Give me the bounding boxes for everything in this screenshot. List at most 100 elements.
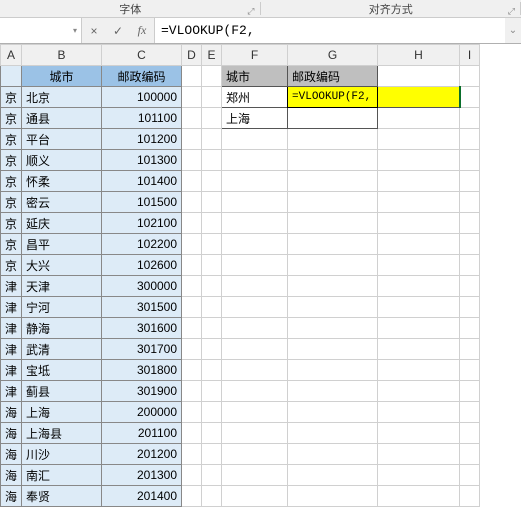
cell[interactable]: [182, 276, 202, 297]
cell[interactable]: 津: [1, 276, 22, 297]
cell[interactable]: [182, 381, 202, 402]
cell[interactable]: [182, 213, 202, 234]
cell[interactable]: 102100: [102, 213, 182, 234]
cell[interactable]: [202, 318, 222, 339]
cell[interactable]: [202, 276, 222, 297]
cell[interactable]: [222, 360, 288, 381]
cell[interactable]: [460, 234, 480, 255]
cell[interactable]: [222, 255, 288, 276]
cell[interactable]: [202, 192, 222, 213]
cell[interactable]: [182, 150, 202, 171]
col-header-I[interactable]: I: [460, 45, 480, 66]
cell[interactable]: [202, 339, 222, 360]
cell[interactable]: [378, 192, 460, 213]
cell[interactable]: 京: [1, 171, 22, 192]
cell[interactable]: [222, 423, 288, 444]
cell[interactable]: [222, 234, 288, 255]
cell[interactable]: 301600: [102, 318, 182, 339]
cell[interactable]: [288, 234, 378, 255]
cell[interactable]: [378, 129, 460, 150]
cell[interactable]: [460, 381, 480, 402]
cell[interactable]: 301900: [102, 381, 182, 402]
cell[interactable]: [288, 402, 378, 423]
cell[interactable]: [202, 297, 222, 318]
cell[interactable]: [222, 171, 288, 192]
cell[interactable]: [378, 486, 460, 507]
cell-C2[interactable]: 100000: [102, 87, 182, 108]
cell[interactable]: [202, 423, 222, 444]
cell[interactable]: 南汇: [22, 465, 102, 486]
cell[interactable]: [460, 360, 480, 381]
col-header-A[interactable]: A: [1, 45, 22, 66]
cell[interactable]: [378, 339, 460, 360]
cell[interactable]: [222, 444, 288, 465]
cell[interactable]: [288, 255, 378, 276]
cell-F1[interactable]: 城市: [222, 66, 288, 87]
col-header-C[interactable]: C: [102, 45, 182, 66]
name-box[interactable]: [0, 18, 82, 43]
cell[interactable]: [288, 360, 378, 381]
cell[interactable]: 津: [1, 297, 22, 318]
cell-E3[interactable]: [202, 108, 222, 129]
cell[interactable]: [182, 360, 202, 381]
cell[interactable]: 102600: [102, 255, 182, 276]
cell[interactable]: [460, 129, 480, 150]
cell[interactable]: 101300: [102, 150, 182, 171]
cell[interactable]: [222, 150, 288, 171]
cell[interactable]: 武清: [22, 339, 102, 360]
cell[interactable]: 101500: [102, 192, 182, 213]
cell[interactable]: [288, 213, 378, 234]
cell[interactable]: [182, 339, 202, 360]
cell[interactable]: [460, 276, 480, 297]
cell[interactable]: 天津: [22, 276, 102, 297]
cell[interactable]: 顺义: [22, 150, 102, 171]
cell[interactable]: [378, 297, 460, 318]
cell[interactable]: 海: [1, 444, 22, 465]
cell[interactable]: 京: [1, 129, 22, 150]
cell[interactable]: [460, 423, 480, 444]
cell[interactable]: [202, 381, 222, 402]
cell[interactable]: [202, 402, 222, 423]
cell[interactable]: [202, 444, 222, 465]
cell-H2[interactable]: [378, 87, 460, 108]
cell[interactable]: 301800: [102, 360, 182, 381]
cell[interactable]: 津: [1, 339, 22, 360]
cell[interactable]: [460, 444, 480, 465]
cell[interactable]: [182, 129, 202, 150]
cell[interactable]: 津: [1, 360, 22, 381]
cell[interactable]: [378, 150, 460, 171]
cell[interactable]: [222, 297, 288, 318]
cell-A2[interactable]: 京: [1, 87, 22, 108]
cell[interactable]: [202, 234, 222, 255]
cell[interactable]: 津: [1, 381, 22, 402]
cell-D3[interactable]: [182, 108, 202, 129]
cell[interactable]: 海: [1, 423, 22, 444]
cell[interactable]: 奉贤: [22, 486, 102, 507]
cell[interactable]: [182, 297, 202, 318]
cell-C3[interactable]: 101100: [102, 108, 182, 129]
cell[interactable]: [202, 486, 222, 507]
cell[interactable]: [460, 318, 480, 339]
cell[interactable]: [202, 129, 222, 150]
cell[interactable]: 京: [1, 234, 22, 255]
cell-F3[interactable]: 上海: [222, 108, 288, 129]
cell[interactable]: [222, 381, 288, 402]
cell-H3[interactable]: [378, 108, 460, 129]
cell[interactable]: 上海县: [22, 423, 102, 444]
cell[interactable]: [288, 129, 378, 150]
cell[interactable]: 201200: [102, 444, 182, 465]
col-header-B[interactable]: B: [22, 45, 102, 66]
cell[interactable]: 海: [1, 402, 22, 423]
cell[interactable]: [378, 360, 460, 381]
cell[interactable]: [288, 297, 378, 318]
cell[interactable]: [460, 486, 480, 507]
col-header-F[interactable]: F: [222, 45, 288, 66]
cell[interactable]: [378, 234, 460, 255]
cell-G1[interactable]: 邮政编码: [288, 66, 378, 87]
cell[interactable]: [288, 423, 378, 444]
cell[interactable]: 平台: [22, 129, 102, 150]
cell[interactable]: [182, 192, 202, 213]
cell[interactable]: [182, 423, 202, 444]
cell[interactable]: 川沙: [22, 444, 102, 465]
cell-B1[interactable]: 城市: [22, 66, 102, 87]
